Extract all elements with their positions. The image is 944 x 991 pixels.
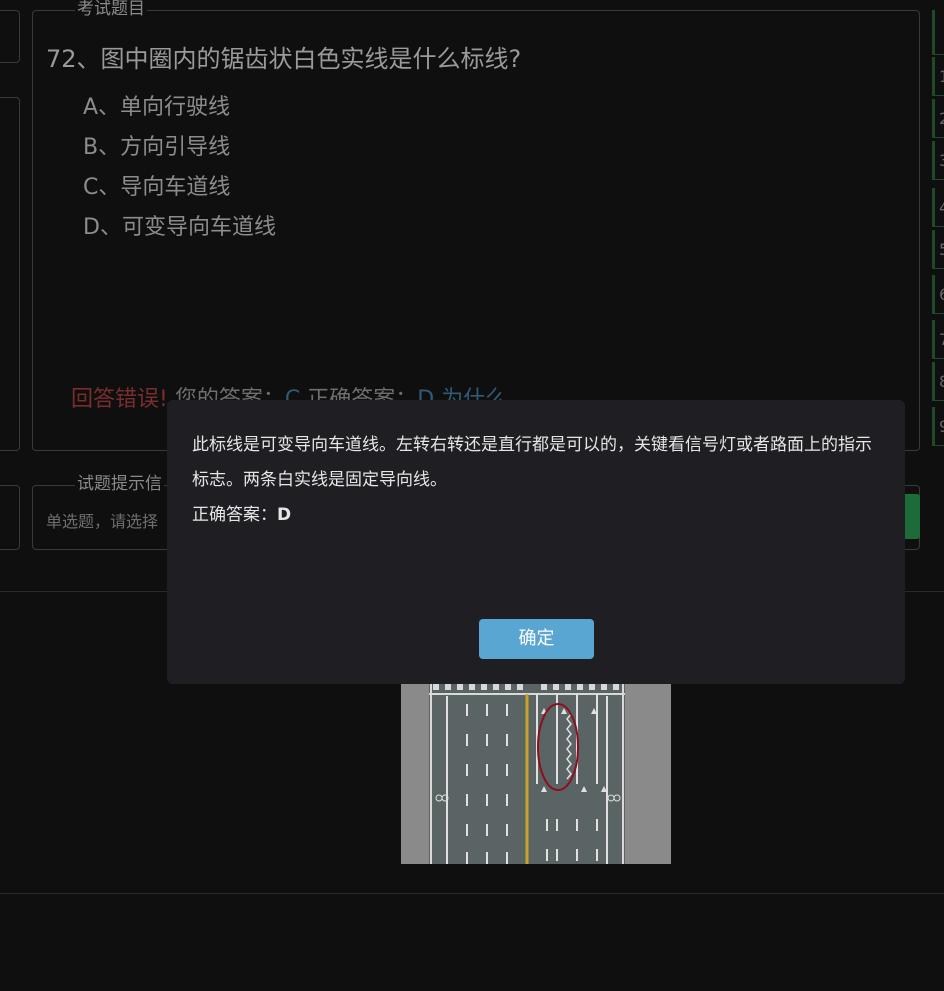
- question-number[interactable]: 7: [932, 320, 944, 359]
- divider: [0, 893, 944, 894]
- question-number[interactable]: 4: [932, 188, 944, 227]
- option-c[interactable]: C、导向车道线: [83, 168, 276, 208]
- question-number[interactable]: 6: [932, 275, 944, 314]
- question-number[interactable]: 3: [932, 141, 944, 180]
- left-panel-bottom: [0, 485, 20, 550]
- question-number[interactable]: 8: [932, 362, 944, 401]
- question-number[interactable]: 2: [932, 99, 944, 138]
- left-panel-middle: [0, 97, 20, 451]
- dialog-answer-value: D: [277, 505, 292, 525]
- question-panel-legend: 考试题目: [75, 0, 147, 19]
- submit-button[interactable]: [905, 494, 920, 539]
- option-d[interactable]: D、可变导向车道线: [83, 208, 276, 248]
- question-image: [401, 684, 671, 864]
- question-panel: 考试题目 72、图中圈内的锯齿状白色实线是什么标线? A、单向行驶线 B、方向引…: [32, 0, 920, 451]
- hint-panel-legend: 试题提示信: [75, 474, 164, 494]
- option-b[interactable]: B、方向引导线: [83, 128, 276, 168]
- result-status: 回答错误!: [71, 387, 168, 412]
- question-number[interactable]: 9: [932, 407, 944, 446]
- hint-text: 单选题，请选择: [46, 512, 159, 531]
- explanation-text: 此标线是可变导向车道线。左转右转还是直行都是可以的，关键看信号灯或者路面上的指示…: [192, 435, 872, 490]
- dialog-answer-label: 正确答案：: [192, 505, 277, 525]
- question-number[interactable]: 1: [932, 57, 944, 96]
- question-number-column: 1 2 3 4 5 6 7 8 9: [932, 10, 944, 450]
- question-number-top: [932, 10, 944, 55]
- options-list: A、单向行驶线 B、方向引导线 C、导向车道线 D、可变导向车道线: [83, 88, 276, 248]
- question-title: 72、图中圈内的锯齿状白色实线是什么标线?: [46, 45, 522, 73]
- dialog-correct-answer: 正确答案：D: [192, 500, 291, 525]
- explanation-dialog: 此标线是可变导向车道线。左转右转还是直行都是可以的，关键看信号灯或者路面上的指示…: [167, 400, 905, 684]
- road-markings-illustration: [401, 684, 671, 864]
- left-panel-top: [0, 10, 20, 63]
- confirm-button[interactable]: 确定: [479, 619, 594, 659]
- option-a[interactable]: A、单向行驶线: [83, 88, 276, 128]
- question-number[interactable]: 5: [932, 230, 944, 269]
